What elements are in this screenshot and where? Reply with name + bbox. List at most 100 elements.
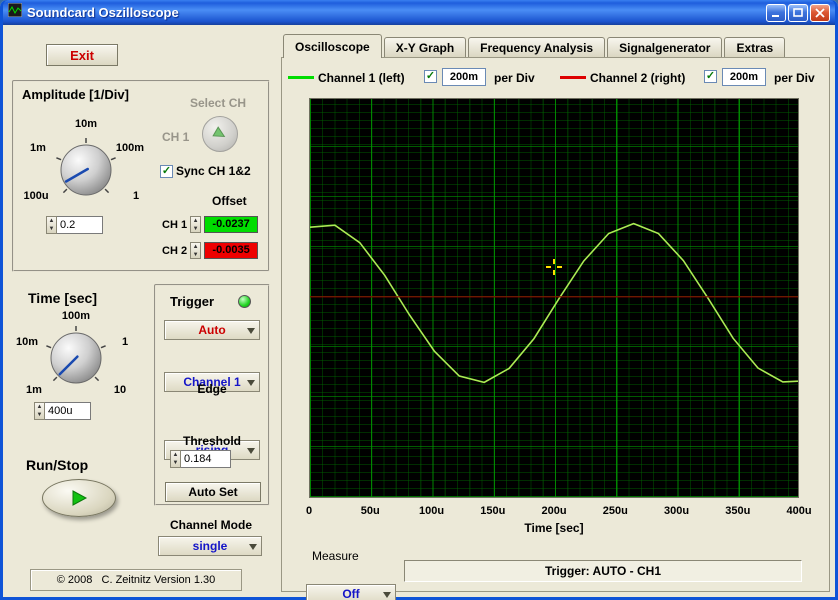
trigger-mode-value: Auto bbox=[198, 323, 226, 337]
channel2-checkbox[interactable]: ✓ bbox=[704, 70, 717, 83]
sync-checkbox-row: ✓ Sync CH 1&2 bbox=[160, 164, 251, 178]
copyright-version: © 2008 C. Zeitnitz Version 1.30 bbox=[30, 569, 242, 591]
time-tick-bottom-right: 10 bbox=[113, 384, 127, 396]
tab-signalgenerator[interactable]: Signalgenerator bbox=[607, 37, 723, 58]
amplitude-value-field[interactable]: 0.2 bbox=[57, 216, 103, 234]
threshold-label: Threshold bbox=[182, 434, 241, 448]
chevron-down-icon bbox=[247, 448, 255, 454]
threshold-spinner: ▲ ▼ 0.184 bbox=[170, 450, 231, 468]
window-controls bbox=[766, 3, 830, 22]
x-tick-label: 400u bbox=[786, 505, 812, 517]
run-stop-title: Run/Stop bbox=[26, 457, 89, 473]
trigger-status: Trigger: AUTO - CH1 bbox=[404, 560, 802, 582]
offset-ch1-spin-buttons[interactable]: ▲ ▼ bbox=[190, 216, 202, 233]
spin-up-icon[interactable]: ▲ bbox=[191, 217, 200, 225]
offset-ch2-spin-buttons[interactable]: ▲ ▼ bbox=[190, 242, 202, 259]
measure-value: Off bbox=[342, 587, 360, 600]
select-ch-button[interactable] bbox=[202, 116, 238, 152]
amplitude-group: Amplitude [1/Div] 10m 1m 100m 100u 1 ▲ ▼ … bbox=[12, 80, 270, 272]
offset-ch2-value[interactable]: -0.0035 bbox=[204, 242, 259, 259]
select-ch-arrow-icon bbox=[212, 126, 226, 138]
time-value-field[interactable]: 400u bbox=[45, 402, 91, 420]
amplitude-title: Amplitude [1/Div] bbox=[22, 87, 129, 102]
time-spinner: ▲ ▼ 400u bbox=[34, 402, 91, 420]
tab-oscilloscope[interactable]: Oscilloscope bbox=[283, 34, 382, 58]
amplitude-tick-bottom-right: 1 bbox=[132, 190, 140, 202]
x-axis-label: Time [sec] bbox=[524, 521, 584, 535]
tab-xy-graph[interactable]: X-Y Graph bbox=[383, 37, 467, 58]
channel-mode-dropdown[interactable]: single bbox=[158, 536, 262, 556]
channel1-per-div-label: per Div bbox=[494, 71, 535, 85]
run-stop-button[interactable] bbox=[42, 479, 116, 517]
tab-strip: Oscilloscope X-Y Graph Frequency Analysi… bbox=[283, 34, 787, 58]
spin-down-icon[interactable]: ▼ bbox=[171, 459, 180, 467]
offset-title: Offset bbox=[212, 194, 247, 208]
channel2-per-div-label: per Div bbox=[774, 71, 815, 85]
x-tick-label: 250u bbox=[602, 505, 628, 517]
trigger-group: Trigger Auto Channel 1 Edge rising Thres… bbox=[154, 284, 270, 506]
time-tick-bottom-left: 1m bbox=[26, 384, 42, 396]
spin-down-icon[interactable]: ▼ bbox=[35, 411, 44, 419]
sync-checkbox[interactable]: ✓ bbox=[160, 164, 173, 178]
tab-frequency-analysis[interactable]: Frequency Analysis bbox=[468, 37, 606, 58]
amplitude-knob[interactable] bbox=[51, 135, 121, 205]
auto-set-button[interactable]: Auto Set bbox=[165, 482, 261, 502]
channel-mode-value: single bbox=[192, 539, 228, 553]
threshold-value-field[interactable]: 0.184 bbox=[181, 450, 231, 468]
x-axis-ticks: 0 50u 100u 150u 200u 250u 300u 350u 400u bbox=[306, 505, 812, 519]
trigger-led-icon bbox=[238, 295, 251, 308]
channel1-scale-field[interactable]: 200m bbox=[442, 68, 486, 86]
edge-label: Edge bbox=[197, 382, 227, 396]
exit-button[interactable]: Exit bbox=[46, 44, 118, 66]
trace-channel-1 bbox=[310, 222, 798, 384]
amplitude-tick-top: 10m bbox=[74, 118, 98, 130]
time-tick-left: 10m bbox=[15, 336, 39, 348]
spin-down-icon[interactable]: ▼ bbox=[191, 251, 200, 259]
maximize-icon[interactable] bbox=[788, 3, 808, 22]
time-tick-right: 1 bbox=[121, 336, 129, 348]
x-tick-label: 100u bbox=[418, 505, 445, 517]
spin-up-icon[interactable]: ▲ bbox=[191, 243, 200, 251]
time-tick-top: 100m bbox=[61, 310, 91, 322]
channel1-legend-label: Channel 1 (left) bbox=[318, 71, 405, 85]
minimize-icon[interactable] bbox=[766, 3, 786, 22]
channel1-checkbox[interactable]: ✓ bbox=[424, 70, 437, 83]
app-window: Soundcard Oszilloscope Exit Amplitude [1… bbox=[0, 0, 838, 600]
offset-ch1-label: CH 1 bbox=[162, 218, 188, 231]
trigger-mode-dropdown[interactable]: Auto bbox=[164, 320, 260, 340]
amplitude-spin-buttons[interactable]: ▲ ▼ bbox=[46, 216, 57, 234]
offset-ch2-row: CH 2 ▲ ▼ -0.0035 bbox=[162, 242, 259, 259]
tab-extras[interactable]: Extras bbox=[724, 37, 786, 58]
title-bar[interactable]: Soundcard Oszilloscope bbox=[3, 0, 835, 25]
channel2-scale-field[interactable]: 200m bbox=[722, 68, 766, 86]
threshold-spin-buttons[interactable]: ▲ ▼ bbox=[170, 450, 181, 468]
trigger-title: Trigger bbox=[170, 294, 215, 309]
spin-down-icon[interactable]: ▼ bbox=[47, 225, 56, 233]
select-ch-channel-label: CH 1 bbox=[162, 130, 190, 144]
play-icon bbox=[72, 490, 88, 506]
oscilloscope-display[interactable] bbox=[309, 98, 799, 498]
spin-up-icon[interactable]: ▲ bbox=[171, 451, 180, 459]
channel2-legend-label: Channel 2 (right) bbox=[590, 71, 686, 85]
measure-dropdown[interactable]: Off bbox=[306, 584, 396, 600]
sync-label: Sync CH 1&2 bbox=[176, 164, 251, 178]
amplitude-spinner: ▲ ▼ 0.2 bbox=[46, 216, 103, 234]
select-ch-label: Select CH bbox=[190, 96, 247, 110]
x-tick-label: 300u bbox=[663, 505, 690, 517]
spin-down-icon[interactable]: ▼ bbox=[191, 225, 200, 233]
time-knob[interactable] bbox=[41, 323, 111, 393]
offset-ch1-row: CH 1 ▲ ▼ -0.0237 bbox=[162, 216, 259, 233]
spin-up-icon[interactable]: ▲ bbox=[47, 217, 56, 225]
spin-up-icon[interactable]: ▲ bbox=[35, 403, 44, 411]
waveform-svg bbox=[310, 222, 798, 384]
close-icon[interactable] bbox=[810, 3, 830, 22]
time-spin-buttons[interactable]: ▲ ▼ bbox=[34, 402, 45, 420]
offset-ch1-value[interactable]: -0.0237 bbox=[204, 216, 259, 233]
window-title: Soundcard Oszilloscope bbox=[27, 5, 179, 20]
x-tick-label: 150u bbox=[480, 505, 506, 517]
chevron-down-icon bbox=[249, 544, 257, 550]
time-title: Time [sec] bbox=[28, 290, 97, 306]
offset-ch2-label: CH 2 bbox=[162, 244, 188, 257]
amplitude-tick-left: 1m bbox=[30, 142, 46, 154]
channel-mode-label: Channel Mode bbox=[170, 518, 253, 532]
